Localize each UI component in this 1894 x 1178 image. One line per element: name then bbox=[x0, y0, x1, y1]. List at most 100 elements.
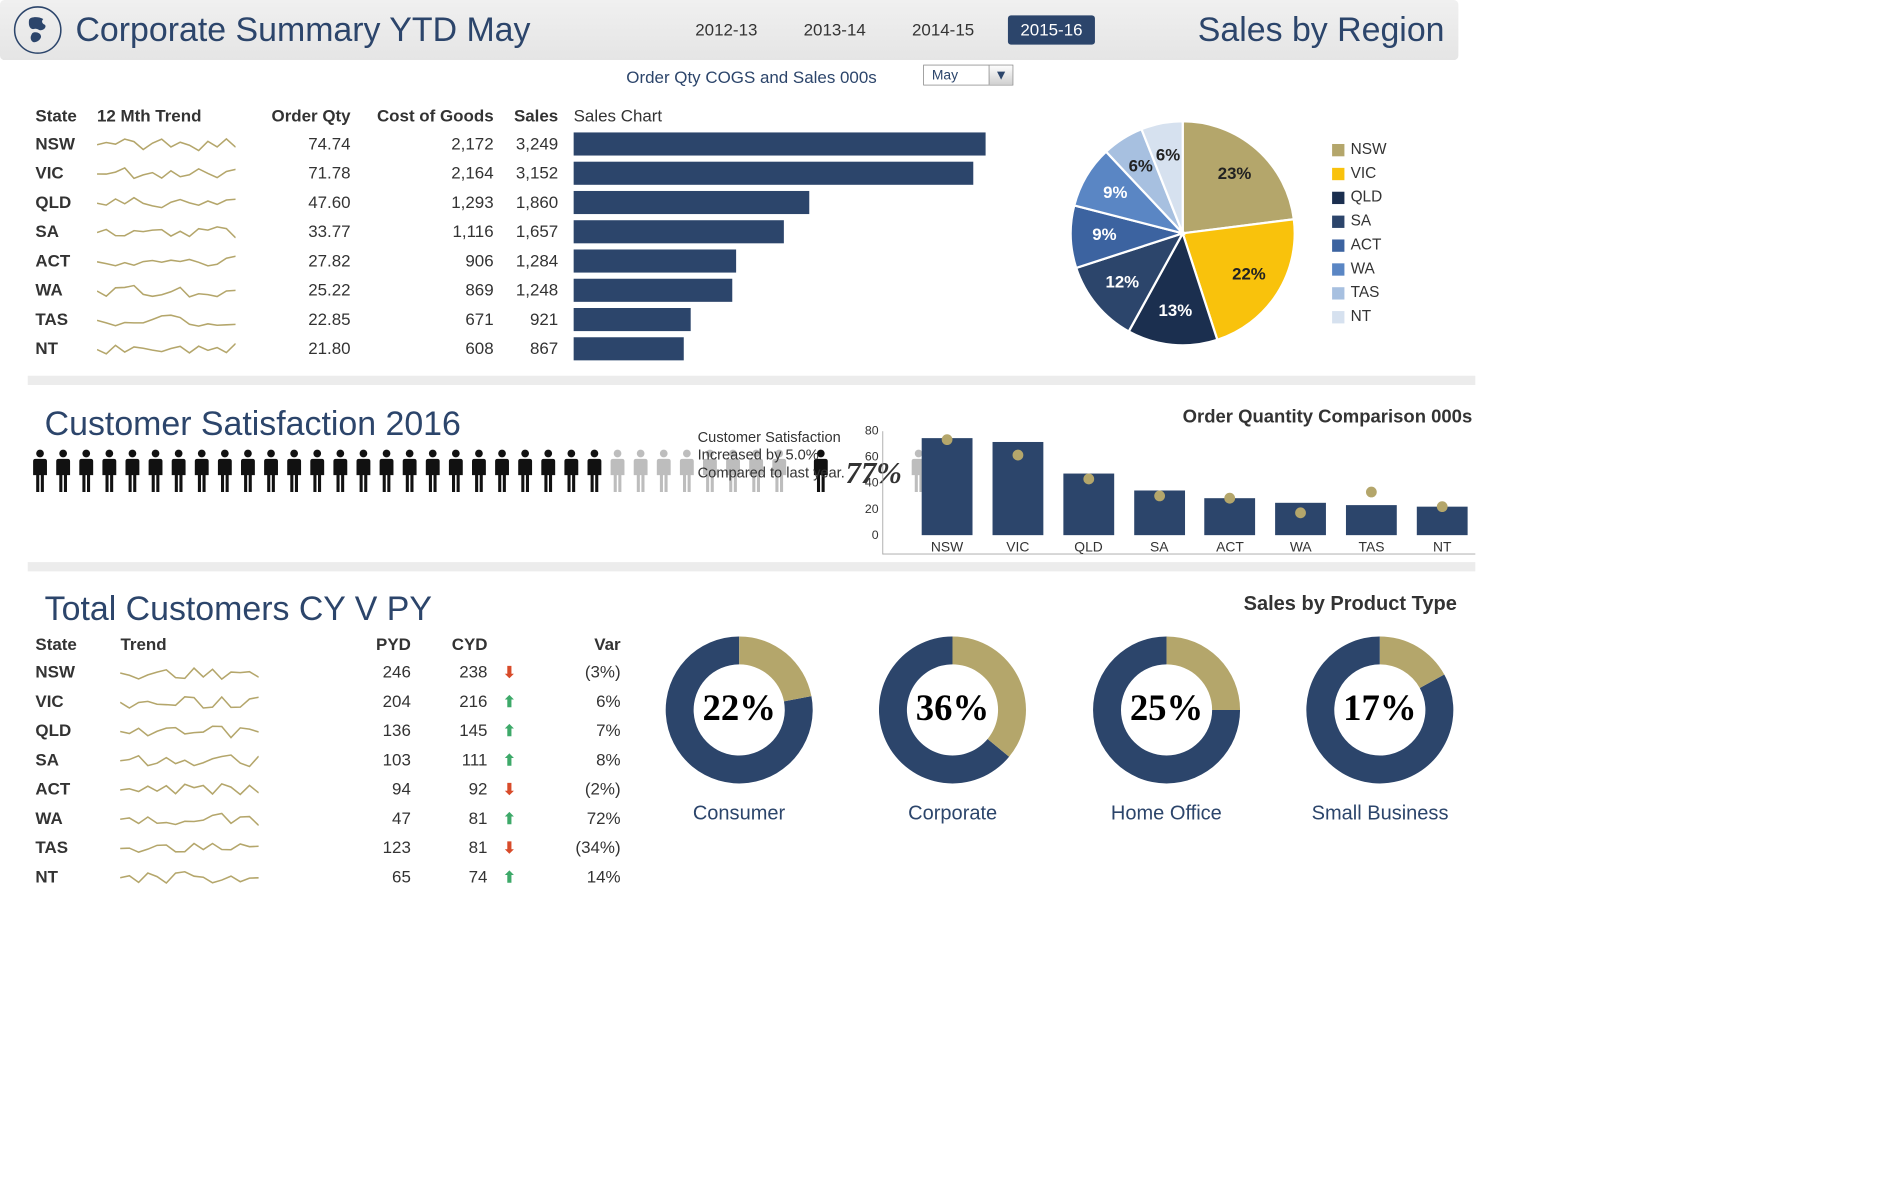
globe-icon bbox=[14, 6, 62, 54]
legend-item: WA bbox=[1332, 257, 1386, 281]
person-icon bbox=[516, 448, 534, 493]
person-icon bbox=[308, 448, 326, 493]
bar-column: WA bbox=[1271, 502, 1331, 535]
person-icon bbox=[608, 448, 626, 493]
person-icon bbox=[193, 448, 211, 493]
table-row: TAS12381⬇(34%) bbox=[28, 833, 629, 862]
chevron-down-icon: ▼ bbox=[989, 65, 1013, 84]
year-tab[interactable]: 2015-16 bbox=[1008, 15, 1095, 44]
bar-column: ACT bbox=[1200, 499, 1260, 536]
person-icon bbox=[400, 448, 418, 493]
svg-text:22%: 22% bbox=[1232, 265, 1266, 284]
person-icon bbox=[123, 448, 141, 493]
table1-title: Order Qty COGS and Sales 000s May ▼ bbox=[28, 65, 1476, 88]
person-icon bbox=[216, 448, 234, 493]
year-tabs: 2012-13 2013-14 2014-15 2015-16 bbox=[683, 15, 1095, 44]
pie-chart: 23%22%13%12%9%9%6%6% NSWVICQLDSAACTWATAS… bbox=[1044, 103, 1475, 363]
person-icon bbox=[169, 448, 187, 493]
table-row: QLD47.601,2931,860 bbox=[28, 188, 1029, 217]
svg-text:23%: 23% bbox=[1218, 164, 1252, 183]
legend-item: VIC bbox=[1332, 162, 1386, 186]
bar-column: NT bbox=[1412, 506, 1472, 535]
donut-small-business: 17% Small Business bbox=[1291, 629, 1468, 825]
person-icon bbox=[493, 448, 511, 493]
person-icon bbox=[539, 448, 557, 493]
table-row: VIC204216⬆6% bbox=[28, 687, 629, 716]
month-dropdown[interactable]: May ▼ bbox=[923, 65, 1013, 86]
legend-item: TAS bbox=[1332, 281, 1386, 305]
person-icon bbox=[77, 448, 95, 493]
year-tab[interactable]: 2012-13 bbox=[683, 15, 770, 44]
legend-item: NT bbox=[1332, 305, 1386, 329]
table-row: SA103111⬆8% bbox=[28, 745, 629, 774]
bar-column: NSW bbox=[917, 438, 977, 535]
table-row: WA25.228691,248 bbox=[28, 276, 1029, 305]
legend-item: QLD bbox=[1332, 186, 1386, 210]
person-icon bbox=[585, 448, 603, 493]
svg-text:36%: 36% bbox=[916, 687, 989, 728]
month-value: May bbox=[924, 66, 989, 84]
region-title: Sales by Region bbox=[1198, 11, 1445, 50]
person-icon bbox=[146, 448, 164, 493]
svg-text:6%: 6% bbox=[1156, 146, 1180, 165]
order-qty-chart: 020406080NSWVICQLDSAACTWATASNT bbox=[882, 431, 1475, 554]
table-row: QLD136145⬆7% bbox=[28, 716, 629, 745]
legend-item: ACT bbox=[1332, 233, 1386, 257]
person-icon bbox=[447, 448, 465, 493]
pie-legend: NSWVICQLDSAACTWATASNT bbox=[1332, 138, 1386, 329]
bar-column: SA bbox=[1129, 491, 1189, 536]
person-icon bbox=[262, 448, 280, 493]
table-row: NT6574⬆14% bbox=[28, 862, 629, 891]
donut-home-office: 25% Home Office bbox=[1078, 629, 1255, 825]
table-row: ACT27.829061,284 bbox=[28, 246, 1029, 275]
person-icon bbox=[285, 448, 303, 493]
table-row: VIC71.782,1643,152 bbox=[28, 159, 1029, 188]
customers-table: StateTrendPYDCYDVar NSW246238⬇(3%)VIC204… bbox=[28, 631, 629, 891]
svg-text:12%: 12% bbox=[1106, 273, 1140, 292]
person-icon bbox=[239, 448, 257, 493]
donut-consumer: 22% Consumer bbox=[650, 629, 827, 825]
table-row: NSW246238⬇(3%) bbox=[28, 658, 629, 687]
bar-column: TAS bbox=[1342, 505, 1402, 535]
year-tab[interactable]: 2013-14 bbox=[791, 15, 878, 44]
page-title: Corporate Summary YTD May bbox=[75, 11, 530, 50]
order-qty-title: Order Quantity Comparison 000s bbox=[882, 400, 1475, 431]
bar-column: VIC bbox=[988, 442, 1048, 535]
person-icon bbox=[31, 448, 49, 493]
year-tab[interactable]: 2014-15 bbox=[900, 15, 987, 44]
person-icon bbox=[100, 448, 118, 493]
person-icon bbox=[562, 448, 580, 493]
table-row: ACT9492⬇(2%) bbox=[28, 775, 629, 804]
legend-item: NSW bbox=[1332, 138, 1386, 162]
table-row: NT21.80608867 bbox=[28, 334, 1029, 363]
svg-text:25%: 25% bbox=[1130, 687, 1203, 728]
svg-text:9%: 9% bbox=[1092, 225, 1116, 244]
bar-column: QLD bbox=[1059, 474, 1119, 536]
svg-text:6%: 6% bbox=[1129, 157, 1153, 176]
customers-title: Total Customers CY V PY bbox=[28, 587, 629, 632]
table-row: SA33.771,1161,657 bbox=[28, 217, 1029, 246]
person-icon bbox=[470, 448, 488, 493]
person-icon bbox=[655, 448, 673, 493]
svg-text:9%: 9% bbox=[1103, 183, 1127, 202]
donut-corporate: 36% Corporate bbox=[864, 629, 1041, 825]
table-row: NSW74.742,1723,249 bbox=[28, 129, 1029, 158]
person-icon bbox=[331, 448, 349, 493]
donuts-title: Sales by Product Type bbox=[644, 587, 1476, 615]
order-table: State12 Mth TrendOrder QtyCost of GoodsS… bbox=[28, 103, 1029, 363]
table-row: WA4781⬆72% bbox=[28, 804, 629, 833]
person-icon bbox=[377, 448, 395, 493]
legend-item: SA bbox=[1332, 209, 1386, 233]
donuts-row: 22% Consumer 36% Corporate 25% Home O bbox=[644, 615, 1476, 824]
person-icon bbox=[631, 448, 649, 493]
svg-text:22%: 22% bbox=[702, 687, 775, 728]
people-icons bbox=[28, 448, 789, 493]
svg-text:13%: 13% bbox=[1159, 301, 1193, 320]
table-row: TAS22.85671921 bbox=[28, 305, 1029, 334]
person-icon bbox=[54, 448, 72, 493]
person-icon bbox=[354, 448, 372, 493]
svg-text:17%: 17% bbox=[1343, 687, 1416, 728]
header-band: Corporate Summary YTD May 2012-13 2013-14… bbox=[0, 0, 1458, 60]
person-icon bbox=[678, 448, 696, 493]
person-icon bbox=[424, 448, 442, 493]
